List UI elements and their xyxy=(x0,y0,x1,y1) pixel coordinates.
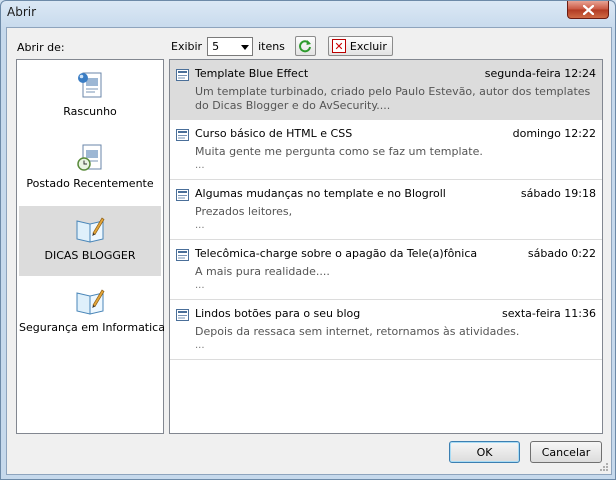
post-ellipsis: ... xyxy=(195,340,205,351)
items-label: itens xyxy=(258,39,285,53)
resize-grip-icon[interactable] xyxy=(599,462,609,472)
close-icon xyxy=(582,4,594,15)
cancel-button[interactable]: Cancelar xyxy=(530,441,602,463)
blog-book-icon xyxy=(76,217,105,243)
post-ellipsis: ... xyxy=(195,220,205,231)
chevron-down-icon xyxy=(241,44,250,50)
post-date: domingo 12:22 xyxy=(512,127,596,140)
show-label: Exibir xyxy=(171,39,203,53)
item-count-value: 5 xyxy=(212,39,220,53)
post-row[interactable]: Lindos botões para o seu blog sexta-feir… xyxy=(170,300,602,360)
post-doc-icon xyxy=(176,249,189,261)
post-title: Algumas mudanças no template e no Blogro… xyxy=(195,187,446,200)
delete-button[interactable]: ✕ Excluir xyxy=(327,36,393,56)
item-count-select[interactable]: 5 xyxy=(207,36,254,56)
post-title: Template Blue Effect xyxy=(195,67,309,80)
post-excerpt: Depois da ressaca sem internet, retornam… xyxy=(195,325,520,338)
sidebar-item-label: Postado Recentemente xyxy=(26,177,154,190)
post-list: Template Blue Effect segunda-feira 12:24… xyxy=(169,59,603,434)
post-excerpt: Prezados leitores, xyxy=(195,205,293,218)
source-sidebar: Rascunho Postado Recentemente DICAS BLOG… xyxy=(16,59,165,434)
post-excerpt: A mais pura realidade.... xyxy=(195,265,330,278)
open-from-label: Abrir de: xyxy=(17,41,65,54)
draft-doc-icon xyxy=(78,72,102,98)
delete-x-icon: ✕ xyxy=(331,39,346,53)
post-ellipsis: ... xyxy=(195,160,205,171)
post-row[interactable]: Algumas mudanças no template e no Blogro… xyxy=(170,180,602,240)
title-bar[interactable]: Abrir xyxy=(1,1,615,25)
sidebar-item-label: DICAS BLOGGER xyxy=(44,249,136,262)
delete-label: Excluir xyxy=(349,39,387,53)
post-row[interactable]: Curso básico de HTML e CSS domingo 12:22… xyxy=(170,120,602,180)
post-doc-icon xyxy=(176,309,189,321)
post-doc-icon xyxy=(176,129,189,141)
sidebar-item-dicas-blogger[interactable]: DICAS BLOGGER xyxy=(19,206,161,276)
post-row[interactable]: Template Blue Effect segunda-feira 12:24… xyxy=(170,60,602,120)
sidebar-item-rascunho[interactable]: Rascunho xyxy=(19,62,161,132)
close-button[interactable] xyxy=(567,1,609,19)
recent-clock-doc-icon xyxy=(77,144,102,171)
post-title: Curso básico de HTML e CSS xyxy=(195,127,353,140)
ok-button[interactable]: OK xyxy=(449,441,520,463)
refresh-icon xyxy=(299,40,312,53)
post-doc-icon xyxy=(176,189,189,201)
post-date: sexta-feira 11:36 xyxy=(502,307,596,320)
blog-book-icon xyxy=(76,289,105,315)
post-excerpt: Um template turbinado, criado pelo Paulo… xyxy=(195,85,591,112)
sidebar-item-seguranca-informatica[interactable]: Segurança em Informatica xyxy=(19,278,165,348)
window-title: Abrir xyxy=(7,5,37,19)
post-doc-icon xyxy=(176,69,189,81)
toolbar: Exibir 5 itens ✕ Excluir xyxy=(171,35,393,57)
post-date: segunda-feira 12:24 xyxy=(484,67,596,80)
sidebar-item-label: Segurança em Informatica xyxy=(19,321,165,334)
sidebar-item-postado-recentemente[interactable]: Postado Recentemente xyxy=(19,134,161,204)
post-date: sábado 0:22 xyxy=(527,247,596,260)
post-title: Telecômica-charge sobre o apagão da Tele… xyxy=(195,247,478,260)
dialog-body: Abrir de: Exibir 5 itens ✕ Excluir Rascu… xyxy=(6,27,612,475)
refresh-button[interactable] xyxy=(294,36,316,56)
post-title: Lindos botões para o seu blog xyxy=(195,307,361,320)
post-ellipsis: ... xyxy=(195,280,205,291)
post-excerpt: Muita gente me pergunta como se faz um t… xyxy=(195,145,483,158)
post-row[interactable]: Telecômica-charge sobre o apagão da Tele… xyxy=(170,240,602,300)
sidebar-item-label: Rascunho xyxy=(63,105,117,118)
open-dialog: Abrir Abrir de: Exibir 5 itens ✕ Excluir… xyxy=(0,0,616,480)
post-date: sábado 19:18 xyxy=(520,187,596,200)
